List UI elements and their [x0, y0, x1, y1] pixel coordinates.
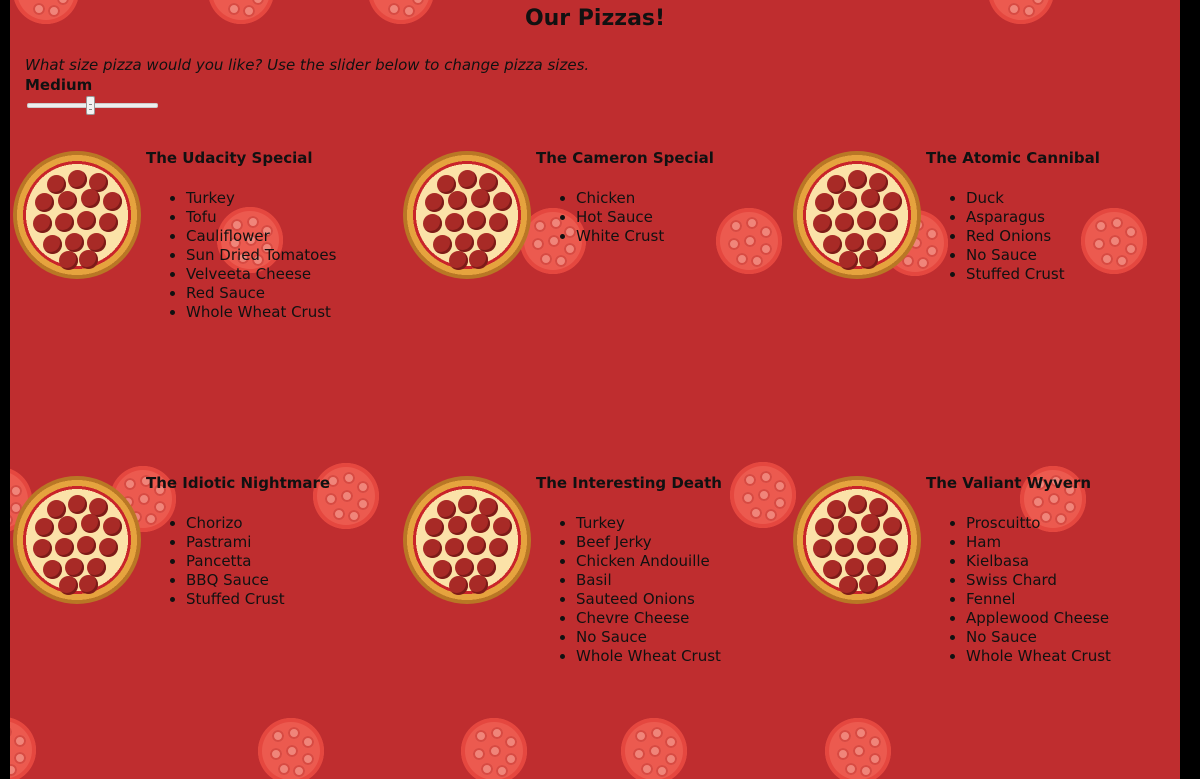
ingredient-item: Whole Wheat Crust — [186, 303, 336, 322]
pizza-card: The Idiotic Nightmare ChorizoPastramiPanc… — [10, 463, 400, 779]
pizza-card: The Atomic Cannibal DuckAsparagusRed Onio… — [790, 138, 1180, 458]
pizza-name: The Udacity Special — [146, 149, 313, 167]
ingredient-item: Chevre Cheese — [576, 609, 721, 628]
ingredient-item: Duck — [966, 189, 1065, 208]
ingredient-item: Stuffed Crust — [966, 265, 1065, 284]
ingredient-item: Basil — [576, 571, 721, 590]
pizza-image — [403, 476, 531, 604]
ingredient-item: Swiss Chard — [966, 571, 1111, 590]
ingredient-item: Fennel — [966, 590, 1111, 609]
ingredient-item: No Sauce — [966, 628, 1111, 647]
ingredient-item: Tofu — [186, 208, 336, 227]
ingredient-list: ChickenHot SauceWhite Crust — [536, 189, 664, 246]
ingredient-item: Red Sauce — [186, 284, 336, 303]
ingredient-item: Beef Jerky — [576, 533, 721, 552]
pizza-name: The Idiotic Nightmare — [146, 474, 331, 492]
ingredient-item: Pastrami — [186, 533, 285, 552]
ingredient-item: Chicken Andouille — [576, 552, 721, 571]
ingredient-item: Velveeta Cheese — [186, 265, 336, 284]
pizza-size-slider[interactable] — [27, 96, 158, 116]
ingredient-list: ProscuittoHamKielbasaSwiss ChardFennelAp… — [926, 514, 1111, 666]
ingredient-item: Chicken — [576, 189, 664, 208]
ingredient-item: Proscuitto — [966, 514, 1111, 533]
ingredient-list: TurkeyBeef JerkyChicken AndouilleBasilSa… — [536, 514, 721, 666]
ingredient-item: Pancetta — [186, 552, 285, 571]
ingredient-item: Whole Wheat Crust — [966, 647, 1111, 666]
pizza-image — [793, 476, 921, 604]
ingredient-item: Sauteed Onions — [576, 590, 721, 609]
slider-thumb[interactable] — [86, 96, 95, 115]
pizza-card: The Udacity Special TurkeyTofuCauliflower… — [10, 138, 400, 458]
ingredient-item: Turkey — [576, 514, 721, 533]
pizza-card: The Cameron Special ChickenHot SauceWhite… — [400, 138, 790, 458]
ingredient-item: White Crust — [576, 227, 664, 246]
ingredient-item: Cauliflower — [186, 227, 336, 246]
ingredient-item: No Sauce — [966, 246, 1065, 265]
pizza-name: The Atomic Cannibal — [926, 149, 1100, 167]
pizza-image — [13, 151, 141, 279]
ingredient-item: Ham — [966, 533, 1111, 552]
ingredient-item: Red Onions — [966, 227, 1065, 246]
pizza-card: The Valiant Wyvern ProscuittoHamKielbasaS… — [790, 463, 1180, 779]
pizza-name: The Valiant Wyvern — [926, 474, 1092, 492]
ingredient-item: Kielbasa — [966, 552, 1111, 571]
pizza-size-label: Medium — [25, 76, 93, 94]
pizza-image — [793, 151, 921, 279]
ingredient-item: Sun Dried Tomatoes — [186, 246, 336, 265]
pizza-image — [13, 476, 141, 604]
pizza-name: The Cameron Special — [536, 149, 714, 167]
ingredient-item: Asparagus — [966, 208, 1065, 227]
ingredient-list: DuckAsparagusRed OnionsNo SauceStuffed C… — [926, 189, 1065, 284]
ingredient-list: TurkeyTofuCauliflowerSun Dried TomatoesV… — [146, 189, 336, 322]
pizza-card: The Interesting Death TurkeyBeef JerkyChi… — [400, 463, 790, 779]
ingredient-item: BBQ Sauce — [186, 571, 285, 590]
ingredient-list: ChorizoPastramiPancettaBBQ SauceStuffed … — [146, 514, 285, 609]
ingredient-item: Applewood Cheese — [966, 609, 1111, 628]
ingredient-item: Stuffed Crust — [186, 590, 285, 609]
ingredient-item: Whole Wheat Crust — [576, 647, 721, 666]
ingredient-item: Hot Sauce — [576, 208, 664, 227]
size-prompt: What size pizza would you like? Use the … — [25, 56, 590, 74]
ingredient-item: Turkey — [186, 189, 336, 208]
pizza-image — [403, 151, 531, 279]
page-title: Our Pizzas! — [524, 6, 666, 31]
ingredient-item: No Sauce — [576, 628, 721, 647]
pizza-page: Our Pizzas! What size pizza would you li… — [10, 0, 1180, 779]
pizza-name: The Interesting Death — [536, 474, 722, 492]
ingredient-item: Chorizo — [186, 514, 285, 533]
